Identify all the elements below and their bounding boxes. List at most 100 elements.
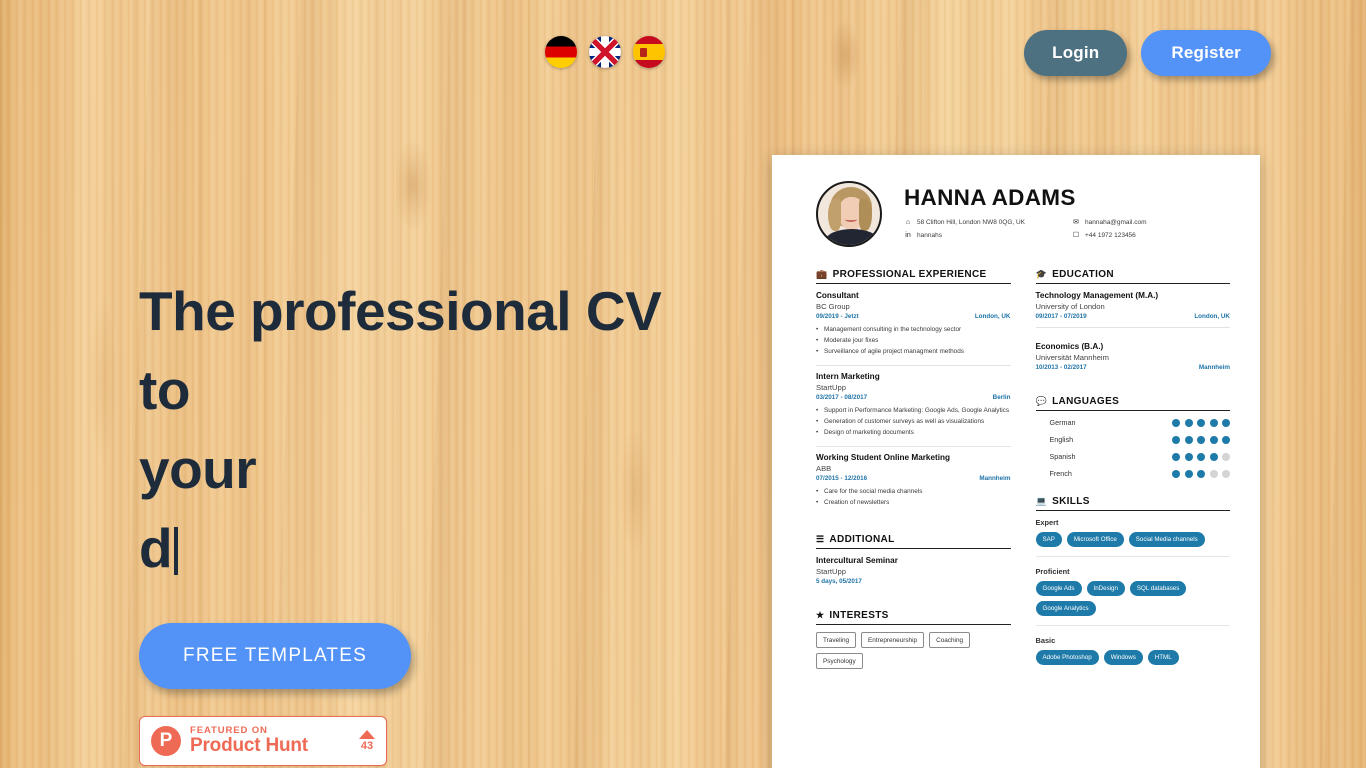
language-name: French [1049,469,1072,478]
register-button[interactable]: Register [1141,30,1271,76]
spanish-flag-icon[interactable] [633,36,665,68]
cv-phone-text: +44 1972 123456 [1085,231,1136,239]
language-name: English [1049,435,1074,444]
product-hunt-text: FEATURED ON Product Hunt [190,726,308,756]
level-dot [1184,469,1193,478]
level-dot [1209,452,1218,461]
experience-bullets: Support in Performance Marketing: Google… [816,406,1011,438]
additional-role: Intercultural Seminar [816,556,898,565]
experience-role: Working Student Online Marketing [816,453,951,462]
education-location: London, UK [1194,313,1230,320]
headline-line-1: The professional CV to [139,280,662,421]
typing-caret [174,527,179,575]
experience-role: Intern Marketing [816,372,880,381]
level-dot [1209,435,1218,444]
additional-title: ADDITIONAL [829,534,895,545]
skill-chip-list: Google Ads InDesign SQL databases Google… [1035,581,1231,616]
list-item: Generation of customer surveys as well a… [816,417,1011,427]
skill-chip: Microsoft Office [1066,532,1124,547]
skill-chip: Social Media channels [1128,532,1205,547]
product-hunt-upvote[interactable]: 43 [355,730,375,752]
language-row: Spanish [1036,452,1230,461]
list-item: Surveillance of agile project managment … [816,347,1011,357]
list-icon: ☰ [816,534,825,544]
list-item: Design of marketing documents [816,428,1011,438]
level-dot [1172,452,1180,461]
experience-location: Mannheim [979,475,1011,482]
interest-tag: Psychology [816,653,863,669]
product-hunt-logo-icon: P [151,726,181,756]
skill-chip: HTML [1147,650,1179,665]
product-hunt-upvote-count: 43 [360,740,374,752]
landing-page: Login Register The professional CV to yo… [0,0,1366,768]
speech-bubble-icon: 💬 [1035,396,1048,406]
uk-flag-icon[interactable] [589,36,621,68]
experience-dates: 07/2015 - 12/2016 [816,475,868,482]
linkedin-icon: in [905,231,911,239]
experience-dates: 09/2019 - Jetzt [816,313,859,320]
star-icon: ★ [816,610,825,620]
list-item: Management consulting in the technology … [816,325,1011,335]
level-dot [1209,469,1218,478]
education-title: EDUCATION [1052,269,1114,280]
experience-dates: 03/2017 - 08/2017 [816,394,868,401]
skill-chip: SQL databases [1129,581,1187,596]
language-level-dots [1172,452,1230,461]
level-dot [1172,469,1180,478]
interest-tag: Coaching [929,632,971,648]
level-dot [1222,469,1230,478]
level-dot [1184,452,1193,461]
education-school: University of London [1035,302,1105,311]
skill-chip: Windows [1103,650,1143,665]
education-degree: Technology Management (M.A.) [1035,291,1159,300]
interests-title: INTERESTS [829,610,889,621]
education-entry: Technology Management (M.A.) University … [1035,291,1230,328]
list-item: Support in Performance Marketing: Google… [816,406,1011,416]
education-degree: Economics (B.A.) [1035,342,1104,351]
skill-level-label: Proficient [1035,567,1070,576]
product-hunt-badge[interactable]: P FEATURED ON Product Hunt 43 [139,716,387,766]
level-dot [1209,418,1218,427]
education-dates: 09/2017 - 07/2019 [1035,313,1087,320]
language-name: German [1049,418,1076,427]
cv-contact-address: ⌂ 58 Clifton Hill, London NW8 0QG, UK [904,218,1072,229]
additional-entry: Intercultural Seminar StartUpp 5 days, 0… [816,556,1011,592]
skills-title: SKILLS [1052,496,1090,507]
skill-chip: InDesign [1086,581,1125,596]
language-row: French [1036,469,1230,478]
auth-button-group: Login Register [1024,30,1271,76]
skill-chip: Google Analytics [1035,601,1096,616]
cv-body: 💼 PROFESSIONAL EXPERIENCE Consultant BC … [816,269,1230,682]
level-dot [1197,469,1205,478]
cv-contact-left-column: ⌂ 58 Clifton Hill, London NW8 0QG, UK in… [904,218,1072,243]
phone-icon: ☐ [1072,231,1080,239]
german-flag-icon[interactable] [545,36,577,68]
upvote-triangle-icon [359,730,375,739]
level-dot [1184,418,1193,427]
section-header-additional: ☰ ADDITIONAL [816,534,1011,549]
cv-preview-card[interactable]: HANNA ADAMS ⌂ 58 Clifton Hill, London NW… [772,155,1260,768]
section-header-skills: 💻 SKILLS [1035,496,1230,511]
login-button[interactable]: Login [1024,30,1128,76]
cv-header: HANNA ADAMS ⌂ 58 Clifton Hill, London NW… [816,181,1230,247]
skill-chip: Google Ads [1035,581,1082,596]
education-dates: 10/2013 - 02/2017 [1035,364,1087,371]
language-switcher [545,36,665,68]
skill-group-basic: Basic Adobe Photoshop Windows HTML [1035,636,1231,674]
languages-list: German English Spanish French [1036,418,1230,478]
language-level-dots [1172,435,1230,444]
level-dot [1222,435,1230,444]
page-title: The professional CV to your d [139,272,699,588]
experience-org: StartUpp [816,383,846,392]
wood-grain-knot [90,300,116,460]
experience-entry: Consultant BC Group 09/2019 - Jetzt Lond… [816,291,1011,366]
experience-org: BC Group [816,302,850,311]
wood-grain-knot [395,140,431,230]
education-school: Universität Mannheim [1035,353,1109,362]
headline-typing-text: d [139,517,173,579]
language-row: German [1036,418,1230,427]
free-templates-button[interactable]: FREE TEMPLATES [139,623,411,689]
home-icon: ⌂ [905,219,911,226]
cv-contact-phone: ☐ +44 1972 123456 [1072,231,1240,242]
experience-org: ABB [816,464,832,473]
